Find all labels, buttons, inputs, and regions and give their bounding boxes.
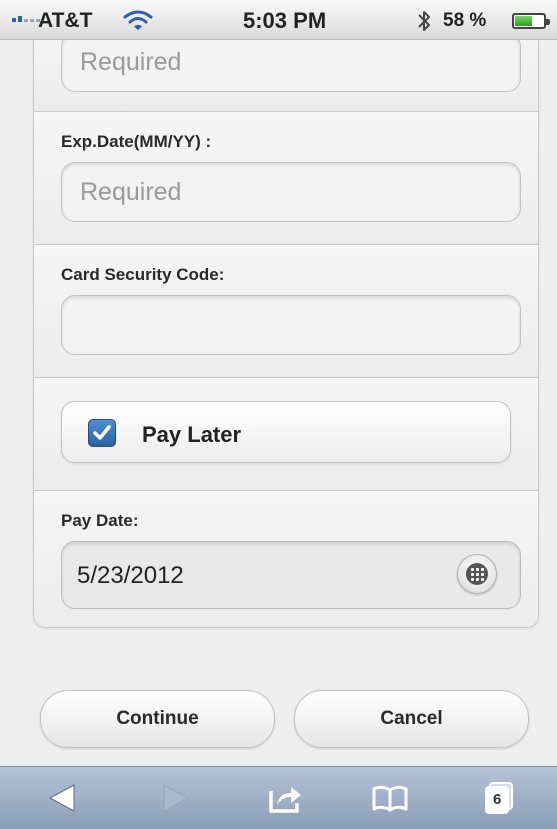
pages-count: 6: [493, 791, 502, 808]
battery-icon: [512, 13, 550, 29]
card-number-input[interactable]: [61, 32, 521, 92]
pay-later-checkbox[interactable]: [88, 419, 116, 447]
security-code-section: Card Security Code:: [34, 245, 538, 378]
security-code-input[interactable]: [61, 295, 521, 355]
payment-form: Exp.Date(MM/YY) : Card Security Code: Pa…: [33, 20, 539, 628]
pages-icon[interactable]: 6: [484, 781, 516, 820]
status-bar: AT&T 5:03 PM 58 %: [0, 0, 557, 40]
bluetooth-icon: [418, 11, 430, 31]
bookmarks-icon[interactable]: [371, 781, 409, 815]
pay-date-section: Pay Date: 5/23/2012: [34, 491, 538, 627]
share-icon[interactable]: [267, 781, 303, 815]
pay-later-toggle[interactable]: Pay Later: [61, 401, 511, 463]
pay-later-label: Pay Later: [142, 422, 242, 447]
carrier-name: AT&T: [38, 9, 93, 32]
back-arrow-icon[interactable]: [46, 781, 80, 815]
cancel-button[interactable]: Cancel: [294, 690, 529, 748]
browser-toolbar: 6: [0, 766, 557, 829]
exp-date-label: Exp.Date(MM/YY) :: [61, 132, 212, 151]
pay-date-input[interactable]: 5/23/2012: [61, 541, 521, 609]
battery-percentage: 58 %: [443, 10, 487, 31]
exp-date-section: Exp.Date(MM/YY) :: [34, 112, 538, 245]
pay-later-section: Pay Later: [34, 378, 538, 491]
mobile-screen: Exp.Date(MM/YY) : Card Security Code: Pa…: [0, 0, 557, 829]
clock: 5:03 PM: [243, 8, 327, 33]
forward-arrow-icon[interactable]: [158, 781, 192, 815]
calendar-picker-icon[interactable]: [457, 554, 497, 594]
exp-date-input[interactable]: [61, 162, 521, 222]
wifi-icon: [123, 10, 153, 30]
checkmark-icon: [93, 425, 111, 440]
pay-date-value: 5/23/2012: [77, 562, 184, 589]
continue-button[interactable]: Continue: [40, 690, 275, 748]
pay-date-label: Pay Date:: [61, 511, 139, 530]
signal-strength-icon: [12, 16, 40, 22]
security-code-label: Card Security Code:: [61, 265, 225, 284]
